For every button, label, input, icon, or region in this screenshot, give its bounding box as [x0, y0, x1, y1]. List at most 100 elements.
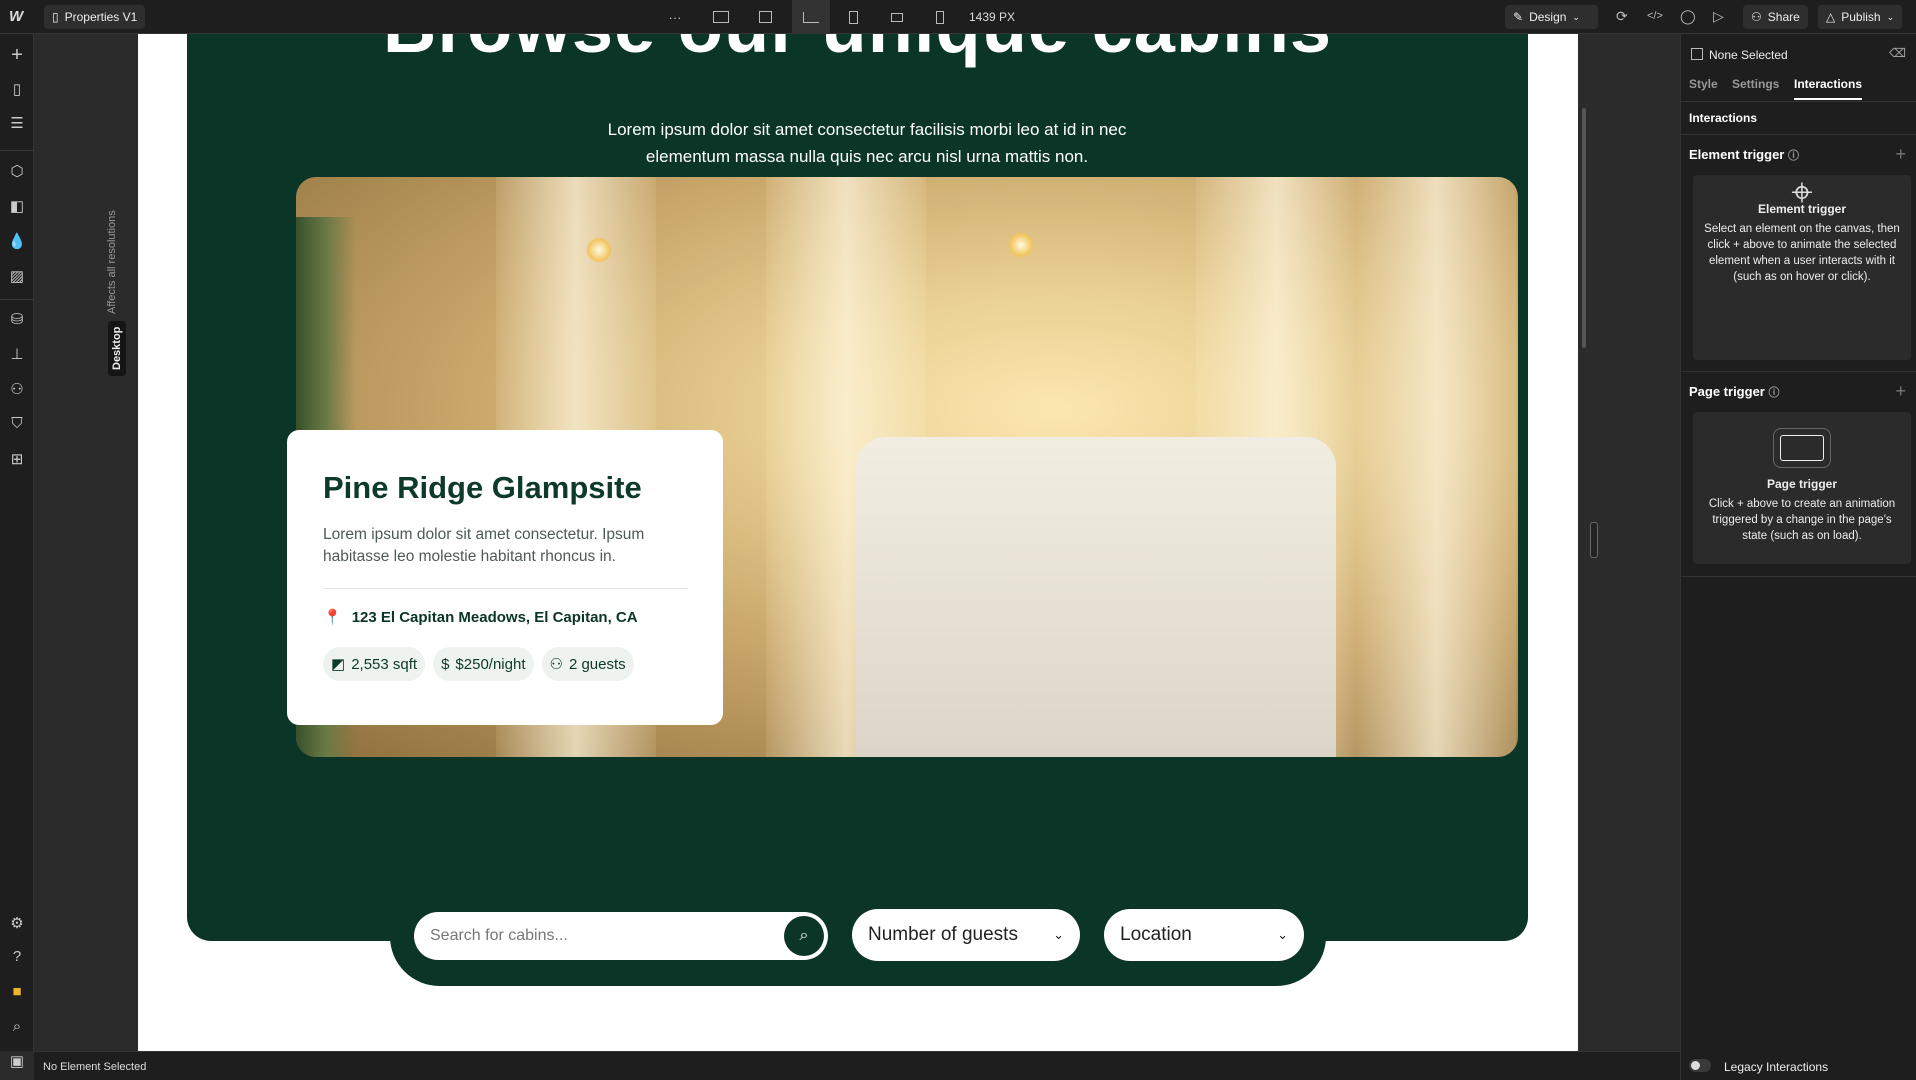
- cms-icon[interactable]: ⛁: [0, 310, 34, 328]
- element-trigger-title: Element trigger: [1757, 202, 1847, 216]
- design-canvas[interactable]: Browse our unique cabins Lorem ipsum dol…: [138, 34, 1578, 1051]
- tab-style[interactable]: Style: [1689, 77, 1718, 91]
- preview-play-icon[interactable]: ▷: [1713, 8, 1724, 25]
- price-value: $250/night: [455, 655, 526, 673]
- property-address: 123 El Capitan Meadows, El Capitan, CA: [351, 608, 638, 626]
- selection-checkbox[interactable]: [1691, 48, 1703, 60]
- price-chip: $ $250/night: [433, 647, 534, 681]
- interactions-heading: Interactions: [1689, 111, 1758, 125]
- property-card[interactable]: Pine Ridge Glampsite Lorem ipsum dolor s…: [287, 430, 723, 725]
- add-page-trigger-button[interactable]: +: [1895, 381, 1906, 402]
- page-icon: ▯: [52, 10, 59, 24]
- page-trigger-text: Click + above to create an animation tri…: [1708, 498, 1896, 542]
- breakpoint-landscape-icon[interactable]: [882, 0, 912, 34]
- status-bar: No Element Selected: [34, 1051, 1680, 1080]
- webflow-logo[interactable]: W: [9, 8, 23, 25]
- video-icon[interactable]: ▣: [0, 1052, 34, 1070]
- top-bar: W ▯ Properties V1 ··· 1439 PX ✎ Design ⌄ ⟳ …: [0, 0, 1916, 34]
- hero-subtitle: Lorem ipsum dolor sit amet consectetur f…: [607, 120, 1127, 166]
- area-icon: ◩: [331, 656, 346, 673]
- canvas-scrollbar[interactable]: [1582, 108, 1586, 348]
- design-mode-dropdown[interactable]: ✎ Design ⌄: [1505, 5, 1598, 29]
- size-chip: ◩ 2,553 sqft: [323, 647, 426, 681]
- pages-icon[interactable]: ▯: [0, 80, 34, 98]
- logic-icon[interactable]: ⊥: [0, 345, 34, 363]
- guests-value: 2 guests: [568, 655, 626, 673]
- brush-icon: ✎: [1513, 10, 1524, 24]
- breakpoint-portrait-icon[interactable]: [925, 0, 955, 34]
- legacy-interactions-toggle[interactable]: [1689, 1059, 1711, 1072]
- info-icon[interactable]: ⓘ: [1768, 387, 1779, 399]
- selection-label: None Selected: [1709, 48, 1788, 62]
- element-trigger-text: Select an element on the canvas, then cl…: [1704, 223, 1900, 283]
- search-icon[interactable]: ⌕: [0, 1018, 34, 1035]
- styles-icon[interactable]: ◧: [0, 197, 34, 215]
- size-value: 2,553 sqft: [351, 655, 418, 673]
- users-icon[interactable]: ⚇: [0, 380, 34, 398]
- canvas-width-readout: 1439 PX: [969, 10, 1016, 24]
- search-bar: ⌕ Number of guests ⌄ Location ⌄: [390, 887, 1326, 986]
- breakpoint-tablet-icon[interactable]: [838, 0, 868, 34]
- search-input[interactable]: [414, 912, 828, 960]
- sync-icon[interactable]: ⟳: [1616, 8, 1628, 25]
- share-label: Share: [1767, 10, 1800, 24]
- right-panel: None Selected ⌫ Style Settings Interacti…: [1680, 34, 1916, 1080]
- variables-icon[interactable]: 💧: [0, 232, 34, 250]
- clear-brush-icon[interactable]: ⌫: [1889, 46, 1906, 60]
- share-button[interactable]: ⚇ Share: [1743, 5, 1808, 29]
- resolution-note: Affects all resolutions: [106, 210, 118, 314]
- search-button[interactable]: ⌕: [784, 916, 824, 956]
- breakpoint-xl-icon[interactable]: [706, 0, 736, 34]
- assets-icon[interactable]: ▨: [0, 267, 34, 285]
- page-selector[interactable]: ▯ Properties V1: [44, 5, 146, 29]
- chevron-down-icon: ⌄: [1053, 927, 1064, 942]
- components-icon[interactable]: ⬡: [0, 162, 34, 180]
- code-icon[interactable]: </>: [1647, 10, 1663, 22]
- apps-icon[interactable]: ⊞: [0, 450, 34, 468]
- element-trigger-heading: Element trigger ⓘ: [1689, 147, 1799, 162]
- page-trigger-empty-state: Page trigger Click + above to create an …: [1693, 412, 1911, 564]
- chevron-down-icon: ⌄: [1886, 11, 1895, 22]
- element-trigger-empty-state: ⌖ Element trigger Select an element on t…: [1693, 172, 1911, 360]
- comment-icon[interactable]: ◯: [1680, 8, 1696, 25]
- cursor-click-icon: ⌖: [1791, 172, 1813, 214]
- page-name: Properties V1: [64, 10, 138, 24]
- info-icon[interactable]: ⓘ: [1788, 150, 1799, 162]
- guests-icon: ⚇: [549, 656, 563, 673]
- settings-icon[interactable]: ⚙: [0, 914, 34, 932]
- property-title: Pine Ridge Glampsite: [323, 470, 642, 505]
- breakpoint-large-icon[interactable]: [750, 0, 780, 34]
- location-pin-icon: 📍: [323, 609, 342, 626]
- chevron-down-icon: ⌄: [1277, 927, 1288, 942]
- navigator-icon[interactable]: ☰: [0, 114, 34, 132]
- guests-select[interactable]: Number of guests ⌄: [852, 909, 1080, 961]
- add-icon[interactable]: +: [0, 44, 34, 67]
- desktop-breakpoint-tag[interactable]: Desktop: [108, 320, 126, 376]
- page-window-icon: [1773, 428, 1831, 468]
- guests-select-label: Number of guests: [868, 924, 1018, 945]
- mode-label: Design: [1529, 10, 1567, 24]
- publish-button[interactable]: △ Publish ⌄: [1818, 5, 1903, 29]
- breakpoint-desktop-icon[interactable]: [792, 0, 830, 34]
- more-breakpoints-button[interactable]: ···: [660, 0, 690, 34]
- chevron-down-icon: ⌄: [1572, 11, 1580, 22]
- guests-chip: ⚇ 2 guests: [541, 647, 634, 681]
- user-icon: ⚇: [1751, 10, 1762, 24]
- page-trigger-heading: Page trigger ⓘ: [1689, 384, 1780, 399]
- canvas-resize-handle[interactable]: [1590, 522, 1598, 558]
- help-icon[interactable]: ?: [0, 948, 34, 965]
- rocket-icon: △: [1826, 10, 1836, 24]
- left-toolbar: + ▯ ☰ ⬡ ◧ 💧 ▨ ⛁ ⊥ ⚇ ⛉ ⊞ ⚙ ? ■ ⌕ ▣: [0, 34, 34, 1070]
- tab-settings[interactable]: Settings: [1732, 77, 1779, 91]
- audit-icon[interactable]: ■: [0, 983, 34, 1000]
- location-select-label: Location: [1120, 924, 1192, 945]
- publish-label: Publish: [1841, 10, 1881, 24]
- legacy-interactions-label: Legacy Interactions: [1724, 1060, 1829, 1074]
- location-select[interactable]: Location ⌄: [1104, 909, 1304, 961]
- property-description: Lorem ipsum dolor sit amet consectetur. …: [323, 526, 645, 565]
- hero-title: Browse our unique cabins: [187, 34, 1528, 69]
- ecommerce-icon[interactable]: ⛉: [0, 415, 34, 432]
- hero-section: Browse our unique cabins Lorem ipsum dol…: [187, 34, 1528, 941]
- tab-interactions[interactable]: Interactions: [1794, 77, 1863, 100]
- add-element-trigger-button[interactable]: +: [1895, 144, 1906, 165]
